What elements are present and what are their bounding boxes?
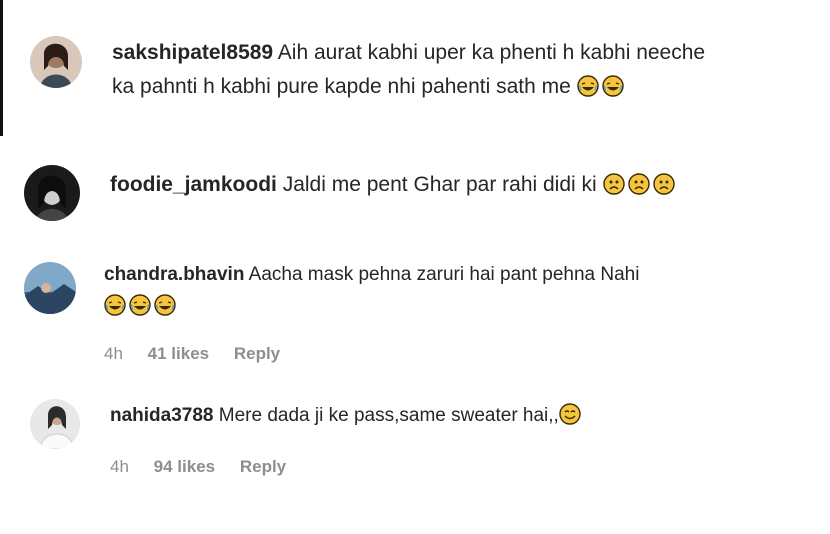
laughing-tears-emoji-icon xyxy=(576,75,599,97)
comment-timestamp: 4h xyxy=(104,344,123,363)
likes-count[interactable]: 41 likes xyxy=(148,344,209,363)
laughing-tears-emoji-icon xyxy=(104,294,126,316)
comment-body: Mere dada ji ke pass,same sweater hai,, xyxy=(218,405,559,426)
comment-body: Jaldi me pent Ghar par rahi didi ki xyxy=(282,173,597,196)
comment-meta: 4h 41 likes Reply xyxy=(104,344,300,364)
avatar[interactable] xyxy=(24,262,76,314)
comment-username[interactable]: sakshipatel8589 xyxy=(112,41,273,64)
likes-count[interactable]: 94 likes xyxy=(154,457,215,476)
comment-text: foodie_jamkoodi Jaldi me pent Ghar par r… xyxy=(110,168,810,202)
laughing-tears-emoji-icon xyxy=(601,75,624,97)
comment-body: ka pahnti h kabhi pure kapde nhi pahenti… xyxy=(112,75,571,98)
reply-button[interactable]: Reply xyxy=(234,344,280,363)
comment-timestamp: 4h xyxy=(110,457,129,476)
frowning-emoji-icon xyxy=(652,173,675,195)
comment-username[interactable]: foodie_jamkoodi xyxy=(110,173,277,196)
laughing-tears-emoji-icon xyxy=(154,294,176,316)
comment-body: Aih aurat kabhi uper ka phenti h kabhi n… xyxy=(277,41,706,64)
avatar[interactable] xyxy=(30,399,80,449)
left-border xyxy=(0,0,3,136)
comment-text: nahida3788 Mere dada ji ke pass,same swe… xyxy=(110,400,810,432)
laughing-tears-emoji-icon xyxy=(129,294,151,316)
frowning-emoji-icon xyxy=(627,173,650,195)
comment-text: chandra.bhavin Aacha mask pehna zaruri h… xyxy=(104,259,804,323)
frowning-emoji-icon xyxy=(602,173,625,195)
comment-meta: 4h 94 likes Reply xyxy=(110,457,306,477)
comment-text: sakshipatel8589 Aih aurat kabhi uper ka … xyxy=(112,36,812,104)
avatar[interactable] xyxy=(30,36,82,88)
comment-username[interactable]: nahida3788 xyxy=(110,405,214,426)
smiling-emoji-icon xyxy=(559,403,581,425)
comment-username[interactable]: chandra.bhavin xyxy=(104,264,244,285)
avatar[interactable] xyxy=(24,165,80,221)
reply-button[interactable]: Reply xyxy=(240,457,286,476)
comment-body: Aacha mask pehna zaruri hai pant pehna N… xyxy=(248,264,640,285)
